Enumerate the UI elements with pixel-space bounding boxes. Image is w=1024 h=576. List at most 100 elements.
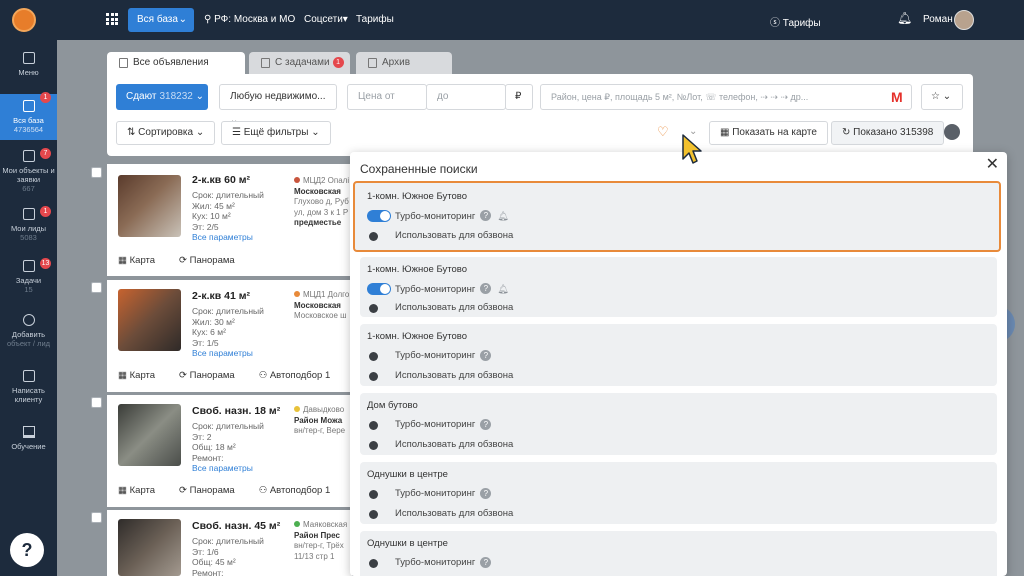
deal-type-label: Сдают	[126, 91, 157, 102]
tab-all-listings[interactable]: Все объявления	[107, 52, 245, 74]
map-link[interactable]: ▦ Карта	[118, 485, 167, 496]
top-bar: Вся база ⌄ ⚲ РФ: Москва и МО Соцсети▾ Тар…	[0, 0, 1024, 40]
call-toggle[interactable]	[367, 302, 391, 314]
search-input[interactable]: Район, цена ₽, площадь 5 м², №Лот, ☏ тел…	[540, 84, 912, 110]
listing-title[interactable]: Своб. назн. 45 м²	[192, 520, 280, 532]
help-icon[interactable]: ?	[480, 350, 492, 361]
show-on-map-button[interactable]: ▦ Показать на карте	[709, 121, 828, 145]
tariffs-right-label: Тарифы	[782, 18, 821, 29]
call-toggle[interactable]	[367, 230, 391, 242]
help-button[interactable]: ?	[10, 533, 44, 567]
saved-search-card[interactable]: Дом бутово Турбо-мониторинг? Использоват…	[360, 393, 997, 455]
shown-count-button[interactable]: ↻ Показано 315398	[831, 121, 945, 145]
tab-with-tasks[interactable]: С задачами 1	[249, 52, 350, 74]
close-icon[interactable]: ✕	[986, 157, 999, 173]
tab-archive[interactable]: Архив	[356, 52, 452, 74]
autoselect-link[interactable]: ⚇ Автоподбор 1	[259, 485, 343, 496]
help-icon[interactable]: ?	[480, 210, 492, 221]
help-icon[interactable]: ?	[480, 557, 492, 568]
currency-select[interactable]: ₽	[505, 84, 533, 110]
turbo-toggle[interactable]	[367, 419, 391, 431]
address-line: Московская	[294, 300, 341, 310]
all-params-link[interactable]: Все параметры	[192, 232, 264, 243]
logo-icon[interactable]	[12, 8, 36, 32]
call-toggle[interactable]	[367, 370, 391, 382]
sidebar-item-write-client[interactable]: Написать клиенту	[0, 370, 57, 410]
turbo-toggle[interactable]	[367, 210, 391, 222]
deal-count: 318232	[159, 91, 193, 102]
more-filters-button[interactable]: ☰ Ещё фильтры ⌄	[221, 121, 331, 145]
sidebar-item-my-leads[interactable]: 1 Мои лиды 5083	[0, 206, 57, 248]
turbo-toggle[interactable]	[367, 557, 391, 569]
saved-search-card[interactable]: Однушки в центре Турбо-мониторинг? Испол…	[360, 462, 997, 524]
listing-photo[interactable]	[118, 404, 181, 466]
base-select-button[interactable]: Вся база ⌄	[128, 8, 194, 32]
all-params-link[interactable]: Все параметры	[192, 463, 264, 474]
turbo-toggle[interactable]	[367, 283, 391, 295]
sidebar-item-add[interactable]: Добавить объект / лид	[0, 314, 57, 354]
price-from-input[interactable]: Цена от	[347, 84, 427, 110]
notification-bell-icon[interactable]: 🔔︎	[897, 11, 912, 25]
detail-line: Общ: 45 м²	[192, 557, 236, 567]
turbo-toggle[interactable]	[367, 350, 391, 362]
help-icon[interactable]: ?	[480, 488, 492, 499]
listing-checkbox[interactable]	[91, 282, 102, 293]
tariffs-right-link[interactable]: ⓢ Тарифы	[770, 14, 821, 29]
property-type-select[interactable]: Любую недвижимо... ⌄	[219, 84, 337, 126]
favorites-star-button[interactable]: ☆ ⌄	[921, 84, 963, 110]
saved-search-card[interactable]: 1-комн. Южное Бутово Турбо-мониторинг? И…	[360, 324, 997, 386]
turbo-toggle[interactable]	[367, 488, 391, 500]
listing-address: Маяковская Район Прес вн/тер-г, Трёх 11/…	[294, 520, 352, 562]
help-icon[interactable]: ?	[480, 283, 492, 294]
all-params-link[interactable]: Все параметры	[192, 348, 264, 359]
price-to-input[interactable]: до	[426, 84, 506, 110]
listing-title[interactable]: Своб. назн. 18 м²	[192, 405, 280, 417]
saved-search-card[interactable]: Однушки в центре Турбо-мониторинг?	[360, 531, 997, 576]
bell-icon[interactable]: 🔔︎	[497, 283, 508, 295]
sidebar-item-label: Мои лиды	[10, 224, 47, 233]
detail-line: Срок: длительный	[192, 306, 264, 316]
panorama-link[interactable]: ⟳ Панорама	[179, 255, 247, 266]
saved-search-name: Однушки в центре	[367, 469, 448, 480]
listing-photo[interactable]	[118, 175, 181, 237]
call-toggle[interactable]	[367, 439, 391, 451]
metro-station: Маяковская	[303, 520, 348, 529]
plus-circle-icon	[22, 314, 35, 326]
detail-line: Кух: 6 м²	[192, 327, 226, 337]
listing-title[interactable]: 2-к.кв 41 м²	[192, 290, 250, 302]
pie-chart-icon[interactable]	[944, 124, 960, 140]
region-selector[interactable]: ⚲ РФ: Москва и МО	[204, 14, 295, 25]
listing-photo[interactable]	[118, 519, 181, 576]
saved-search-card[interactable]: 1-комн. Южное Бутово Турбо-мониторинг? 🔔︎…	[353, 181, 1001, 252]
listing-photo[interactable]	[118, 289, 181, 351]
autoselect-link[interactable]: ⚇ Автоподбор 1	[259, 370, 343, 381]
listing-checkbox[interactable]	[91, 397, 102, 408]
avatar[interactable]	[954, 10, 974, 30]
sidebar-item-training[interactable]: Обучение	[0, 426, 57, 458]
show-on-map-label: Показать на карте	[732, 127, 817, 138]
apps-grid-icon[interactable]	[106, 13, 118, 25]
sidebar-item-my-objects[interactable]: 7 Мои объекты и заявки 667	[0, 148, 57, 200]
sort-button[interactable]: ⇅ Сортировка ⌄	[116, 121, 216, 145]
sidebar-item-tasks[interactable]: 13 Задачи 15	[0, 258, 57, 300]
panorama-link[interactable]: ⟳ Панорама	[179, 370, 247, 381]
help-icon[interactable]: ?	[480, 419, 492, 430]
social-menu[interactable]: Соцсети▾	[304, 14, 348, 25]
sidebar-item-all-base[interactable]: 1 Вся база 4736564	[0, 92, 57, 140]
panorama-link[interactable]: ⟳ Панорама	[179, 485, 247, 496]
user-name[interactable]: Роман	[923, 14, 953, 25]
calendar-icon	[261, 58, 270, 68]
tariffs-link[interactable]: Тарифы	[356, 14, 394, 25]
sidebar-item-sub: объект / лид	[6, 339, 51, 348]
saved-search-heart-icon[interactable]: ♡	[657, 124, 669, 140]
listing-title[interactable]: 2-к.кв 60 м²	[192, 174, 250, 186]
listing-checkbox[interactable]	[91, 167, 102, 178]
deal-type-select[interactable]: Сдают 318232 ⌄	[116, 84, 208, 110]
bell-icon[interactable]: 🔔︎	[497, 210, 508, 222]
listing-checkbox[interactable]	[91, 512, 102, 523]
sidebar-item-menu[interactable]: Меню	[0, 52, 57, 92]
map-link[interactable]: ▦ Карта	[118, 370, 167, 381]
map-link[interactable]: ▦ Карта	[118, 255, 167, 266]
call-toggle[interactable]	[367, 508, 391, 520]
saved-search-card[interactable]: 1-комн. Южное Бутово Турбо-мониторинг? 🔔︎…	[360, 257, 997, 317]
